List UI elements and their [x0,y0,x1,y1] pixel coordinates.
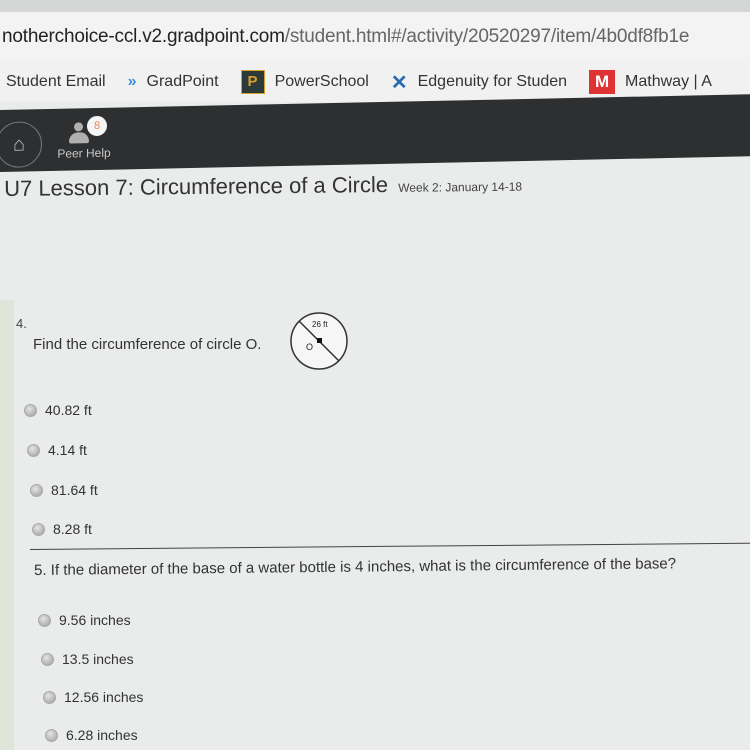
gradpoint-chevron-icon: » [127,73,137,90]
bookmark-gradpoint[interactable]: » GradPoint [128,73,219,91]
q5-option[interactable]: 13.5 inches [41,651,134,667]
app-navbar: ⌂ 8 Peer Help [0,94,750,172]
circle-diagram: 26 ft O [290,312,348,370]
radio-button[interactable] [38,613,51,627]
q4-option[interactable]: 81.64 ft [30,482,98,498]
option-label: 13.5 inches [62,651,134,667]
bookmark-label: Student Email [6,73,106,90]
bookmark-label: PowerSchool [274,73,369,90]
q4-option[interactable]: 8.28 ft [32,521,92,537]
radio-button[interactable] [32,522,45,536]
bookmark-powerschool[interactable]: P PowerSchool [240,70,369,94]
option-label: 8.28 ft [53,521,92,537]
question-5-text: 5. If the diameter of the base of a wate… [34,555,677,579]
question-divider [30,542,750,550]
mathway-m-icon: M [589,70,616,94]
powerschool-p-icon: P [240,70,265,94]
q5-option[interactable]: 9.56 inches [38,612,131,628]
bookmark-label: Edgenuity for Studen [417,73,568,90]
question-4-number: 4. [16,316,27,331]
peer-help-icon: 8 [52,115,116,145]
option-label: 4.14 ft [48,442,87,458]
lesson-title-text: U7 Lesson 7: Circumference of a Circle [4,171,389,201]
url-text[interactable]: notherchoice-ccl.v2.gradpoint.com/studen… [0,26,689,48]
radio-button[interactable] [43,690,56,704]
notification-badge: 8 [87,115,107,137]
bookmark-label: Mathway | A [625,73,712,90]
option-label: 12.56 inches [64,689,144,705]
option-label: 81.64 ft [51,482,98,498]
option-label: 40.82 ft [45,402,92,418]
q4-option[interactable]: 40.82 ft [24,402,92,418]
diameter-label: 26 ft [312,320,328,329]
bookmark-student-email[interactable]: Student Email [6,73,106,91]
radio-button[interactable] [45,728,58,742]
bookmark-label: GradPoint [146,73,219,90]
radio-button[interactable] [41,652,54,666]
bookmark-edgenuity[interactable]: ✕ Edgenuity for Studen [391,70,567,95]
option-label: 6.28 inches [66,727,138,743]
center-point [317,338,322,343]
home-button[interactable]: ⌂ [0,121,42,169]
url-host: notherchoice-ccl.v2.gradpoint.com [2,26,285,47]
bookmark-mathway[interactable]: M Mathway | A [589,70,712,94]
address-bar[interactable]: notherchoice-ccl.v2.gradpoint.com/studen… [0,12,750,62]
radio-button[interactable] [27,443,40,457]
peer-help-label: Peer Help [57,145,111,161]
peer-help-button[interactable]: 8 Peer Help [52,115,116,161]
option-label: 9.56 inches [59,612,131,628]
lesson-title: U7 Lesson 7: Circumference of a Circle W… [4,171,522,202]
q4-option[interactable]: 4.14 ft [27,442,87,458]
radio-button[interactable] [24,403,37,417]
q5-option[interactable]: 6.28 inches [45,727,138,743]
radio-button[interactable] [30,483,43,497]
url-path: /student.html#/activity/20520297/item/4b… [284,26,690,47]
q5-option[interactable]: 12.56 inches [43,689,143,705]
edgenuity-x-icon: ✕ [390,71,408,94]
question-4-text: Find the circumference of circle O. [33,336,262,353]
left-edge [0,300,14,750]
center-label: O [306,342,313,352]
home-icon: ⌂ [12,132,26,156]
lesson-week: Week 2: January 14-18 [398,179,523,195]
browser-top-strip [0,0,750,12]
